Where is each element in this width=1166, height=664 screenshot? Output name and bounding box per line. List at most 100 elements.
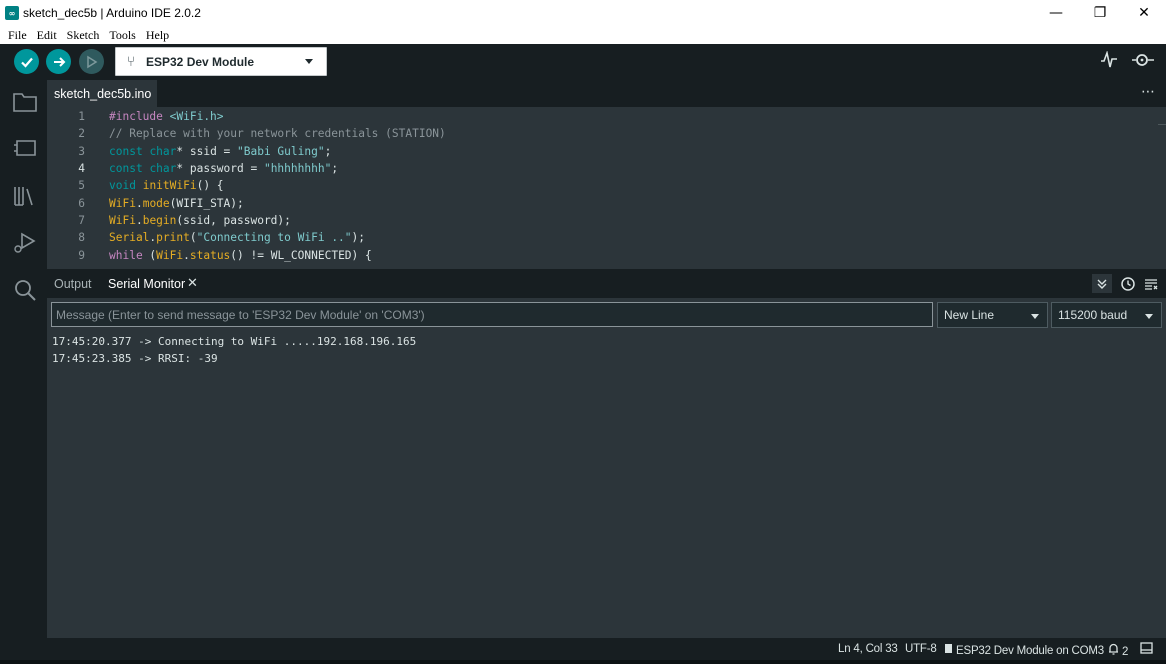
line-number: 3: [78, 144, 85, 158]
close-window-button[interactable]: ✕: [1122, 0, 1166, 26]
editor-tab-bar: sketch_dec5b.ino ⋯: [47, 80, 1166, 107]
board-port-status[interactable]: ESP32 Dev Module on COM3: [944, 643, 1104, 657]
menu-help[interactable]: Help: [141, 28, 174, 43]
serial-monitor: Message (Enter to send message to 'ESP32…: [47, 298, 1166, 638]
activity-sidebar: [0, 80, 47, 640]
code-line: 8 Serial.print("Connecting to WiFi ..");: [47, 229, 1157, 246]
editor-scrollbar[interactable]: [1158, 124, 1166, 129]
code-text: const char* ssid = "Babi Guling";: [109, 144, 332, 158]
verify-button[interactable]: [14, 49, 39, 74]
close-icon[interactable]: ✕: [187, 276, 198, 291]
arrow-right-icon: [53, 56, 65, 67]
chevron-down-icon: [1145, 314, 1153, 319]
minimize-button[interactable]: —: [1034, 0, 1078, 26]
code-line: 9 while (WiFi.status() != WL_CONNECTED) …: [47, 246, 1157, 263]
serial-monitor-icon: [1132, 54, 1154, 66]
code-text: Serial.print("Connecting to WiFi ..");: [109, 231, 366, 245]
code-text: #include <WiFi.h>: [109, 110, 224, 124]
window-title: sketch_dec5b | Arduino IDE 2.0.2: [23, 6, 201, 20]
folder-icon: [13, 93, 37, 112]
usb-icon: ⑂: [126, 53, 136, 70]
message-input[interactable]: Message (Enter to send message to 'ESP32…: [51, 302, 933, 327]
baud-rate-value: 115200 baud: [1058, 308, 1128, 322]
board-chip-icon: [945, 644, 952, 653]
code-line: 6 WiFi.mode(WIFI_STA);: [47, 195, 1157, 212]
toggle-panel-button[interactable]: [1140, 642, 1153, 657]
bell-icon: [1109, 643, 1118, 655]
code-line: 7 WiFi.begin(ssid, password);: [47, 212, 1157, 229]
menu-edit[interactable]: Edit: [32, 28, 62, 43]
library-icon: [14, 187, 33, 206]
line-number: 8: [78, 231, 85, 245]
line-number: 2: [78, 127, 85, 141]
menu-file[interactable]: File: [3, 28, 32, 43]
title-bar: ∞ sketch_dec5b | Arduino IDE 2.0.2 — ❐ ✕: [0, 0, 1166, 26]
plotter-icon: [1101, 50, 1117, 68]
double-chevron-down-icon: [1097, 279, 1107, 289]
board-selector[interactable]: ⑂ ESP32 Dev Module: [115, 47, 327, 76]
line-number: 6: [78, 196, 85, 210]
line-ending-value: New Line: [944, 308, 995, 322]
menu-bar: File Edit Sketch Tools Help: [0, 26, 1166, 44]
debug-panel-button[interactable]: [12, 230, 38, 256]
notification-count: 2: [1122, 646, 1129, 658]
sketchbook-button[interactable]: [12, 89, 38, 115]
line-number: 7: [78, 213, 85, 227]
code-line: 5 void initWiFi() {: [47, 177, 1157, 194]
serial-monitor-button[interactable]: [1131, 51, 1155, 73]
panel-icon: [1140, 642, 1153, 654]
debug-button[interactable]: [79, 49, 104, 74]
code-text: void initWiFi() {: [109, 179, 224, 193]
status-bar: Ln 4, Col 33 UTF-8 ESP32 Dev Module on C…: [0, 638, 1166, 660]
library-manager-button[interactable]: [12, 183, 38, 209]
upload-button[interactable]: [46, 49, 71, 74]
line-number: 1: [78, 110, 85, 124]
clock-icon: [1121, 276, 1135, 291]
line-ending-select[interactable]: New Line: [937, 302, 1048, 328]
code-line: 1 #include <WiFi.h>: [47, 108, 1157, 125]
bottom-panel-header: Output Serial Monitor ✕: [47, 269, 1166, 298]
tab-serial-monitor[interactable]: Serial Monitor: [108, 277, 185, 291]
tab-output[interactable]: Output: [54, 277, 92, 291]
search-button[interactable]: [12, 277, 38, 303]
serial-output-line: 17:45:20.377 -> Connecting to WiFi .....…: [52, 335, 417, 348]
toggle-autoscroll-button[interactable]: [1092, 274, 1112, 293]
code-text: const char* password = "hhhhhhhh";: [109, 162, 339, 176]
tab-sketch-file[interactable]: sketch_dec5b.ino: [47, 80, 157, 107]
code-text: while (WiFi.status() != WL_CONNECTED) {: [109, 248, 372, 262]
line-number: 9: [78, 248, 85, 262]
line-number: 5: [78, 179, 85, 193]
board-icon: [14, 140, 36, 156]
debug-icon: [86, 55, 97, 68]
code-editor[interactable]: 1 #include <WiFi.h> 2 // Replace with yo…: [47, 107, 1166, 269]
chevron-down-icon: [305, 59, 313, 64]
serial-plotter-button[interactable]: [1100, 50, 1118, 73]
maximize-button[interactable]: ❐: [1078, 0, 1122, 26]
code-text: WiFi.mode(WIFI_STA);: [109, 196, 244, 210]
serial-output-line: 17:45:23.385 -> RRSI: -39: [52, 352, 218, 365]
board-name: ESP32 Dev Module: [146, 54, 255, 69]
menu-tools[interactable]: Tools: [104, 28, 141, 43]
code-text: WiFi.begin(ssid, password);: [109, 213, 291, 227]
toolbar: ⑂ ESP32 Dev Module: [0, 44, 1166, 80]
code-line: 2 // Replace with your network credentia…: [47, 125, 1157, 142]
code-line: 3 const char* ssid = "Babi Guling";: [47, 143, 1157, 160]
line-number: 4: [78, 162, 85, 176]
debug-icon: [14, 232, 36, 253]
notifications-button[interactable]: 2: [1108, 643, 1128, 658]
file-encoding[interactable]: UTF-8: [905, 643, 937, 655]
code-text: // Replace with your network credentials…: [109, 127, 446, 141]
toggle-timestamp-button[interactable]: [1118, 274, 1138, 293]
window-bottom-edge: [0, 660, 1166, 664]
boards-manager-button[interactable]: [12, 135, 38, 161]
arduino-logo-icon: ∞: [5, 6, 19, 20]
more-options-icon[interactable]: ⋯: [1141, 84, 1156, 100]
baud-rate-select[interactable]: 115200 baud: [1051, 302, 1162, 328]
cursor-position[interactable]: Ln 4, Col 33: [838, 643, 898, 655]
code-line: 4 const char* password = "hhhhhhhh";: [47, 160, 1157, 177]
clear-list-icon: [1145, 278, 1158, 290]
menu-sketch[interactable]: Sketch: [62, 28, 105, 43]
search-icon: [15, 280, 36, 301]
clear-output-button[interactable]: [1141, 274, 1161, 293]
chevron-down-icon: [1031, 314, 1039, 319]
